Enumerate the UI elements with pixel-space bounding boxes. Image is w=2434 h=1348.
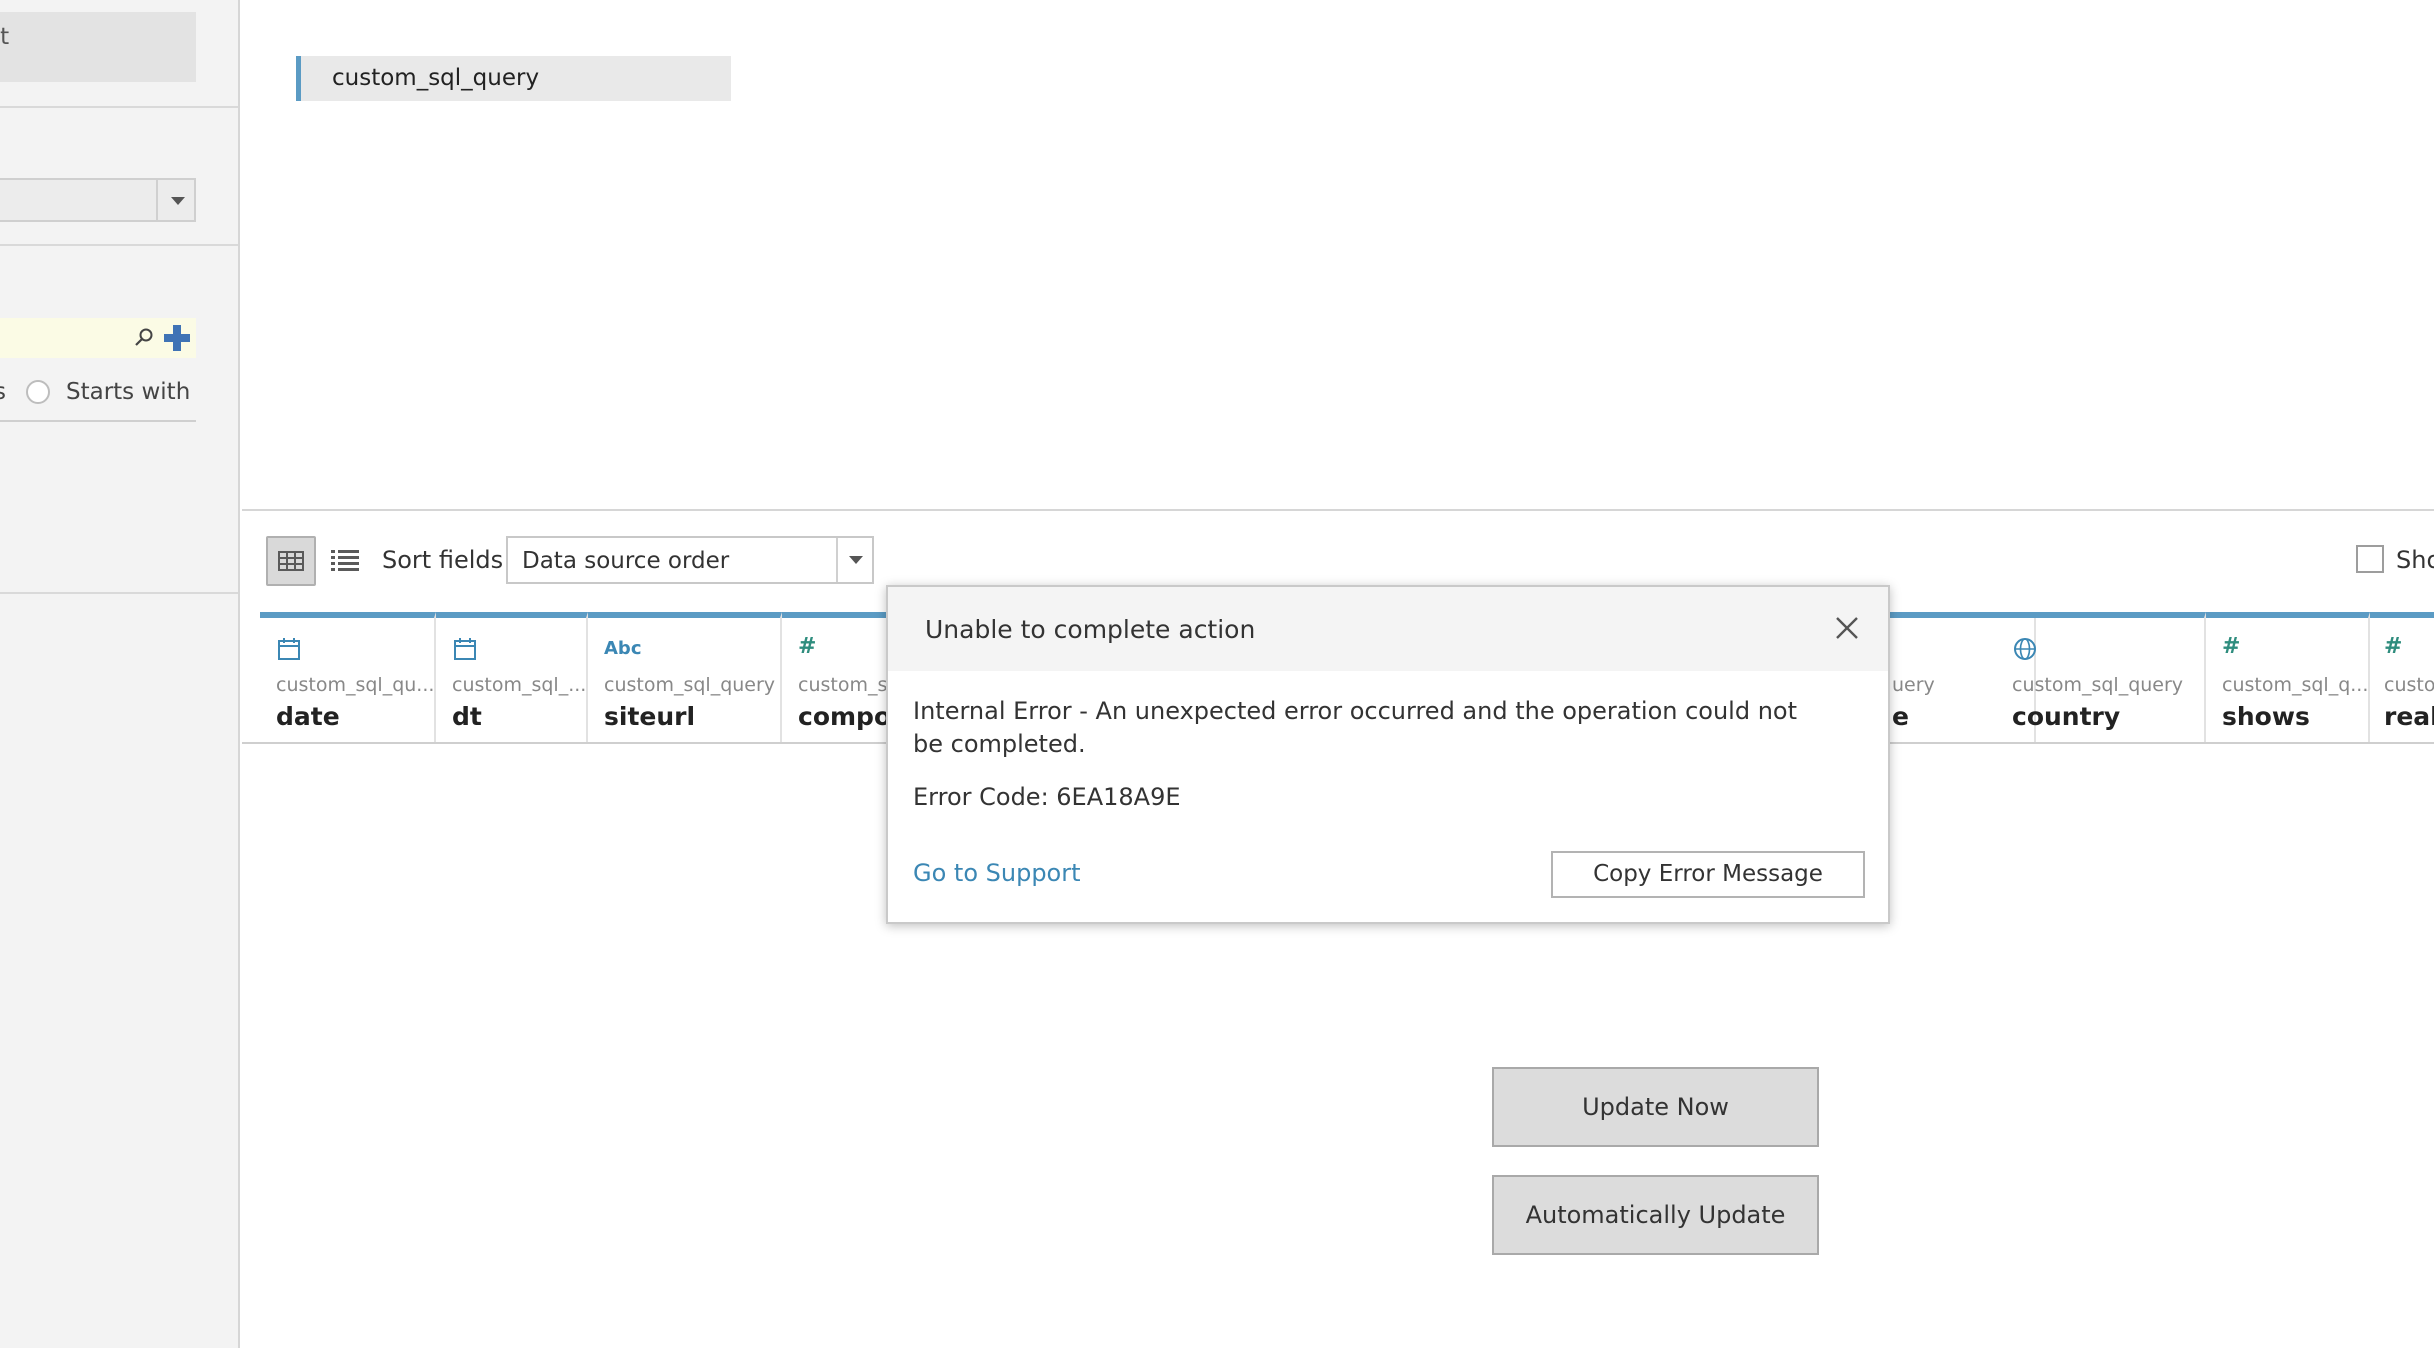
number-icon: # (2222, 634, 2241, 659)
close-icon[interactable] (1834, 615, 1860, 641)
grid-view-button[interactable] (266, 536, 316, 586)
number-icon: # (2384, 634, 2403, 659)
number-icon: # (798, 634, 817, 659)
field-header[interactable]: custom_sql_query country (1996, 612, 2206, 742)
add-icon[interactable] (162, 323, 192, 353)
dialog-header: Unable to complete action (888, 587, 1888, 671)
field-name: real (2384, 702, 2434, 731)
dialog-title: Unable to complete action (925, 615, 1256, 644)
sort-fields-select[interactable]: Data source order (506, 536, 874, 584)
abc-icon: Abc (604, 638, 642, 659)
field-name: country (2012, 702, 2121, 731)
table-name: custom_sql_query (332, 65, 540, 91)
error-message: Internal Error - An unexpected error occ… (913, 697, 1798, 758)
sort-fields-value: Data source order (522, 548, 730, 574)
field-header[interactable]: custom_sql_qu... date (260, 612, 436, 742)
field-source: custom_sq (798, 674, 900, 696)
calendar-icon (278, 638, 300, 660)
connection-label: et (0, 24, 10, 50)
field-header[interactable]: # custom_sql_q... shows (2206, 612, 2370, 742)
field-name: date (276, 702, 340, 731)
sidebar-divider (0, 106, 238, 108)
show-aliases-checkbox[interactable] (2356, 545, 2384, 573)
field-header[interactable]: # custom_sq compos (782, 612, 902, 742)
starts-with-label[interactable]: Starts with (66, 379, 190, 405)
canvas-table-pill[interactable]: custom_sql_query (296, 56, 731, 101)
contains-option-label[interactable]: s (0, 379, 6, 405)
search-mode-options: s Starts with (0, 376, 204, 410)
field-source: custom_sql_qu... (276, 674, 435, 696)
calendar-icon (454, 638, 476, 660)
database-select[interactable] (0, 178, 196, 222)
automatically-update-button[interactable]: Automatically Update (1492, 1175, 1819, 1255)
canvas-divider[interactable] (242, 509, 2434, 511)
error-code: Error Code: 6EA18A9E (913, 783, 1181, 811)
field-source: custom_sql_query (2012, 674, 2184, 696)
connection-box[interactable]: et (0, 12, 196, 82)
error-dialog: Unable to complete action Internal Error… (886, 585, 1890, 924)
field-header[interactable]: # custo real (2370, 612, 2434, 742)
go-to-support-link[interactable]: Go to Support (913, 859, 1081, 887)
grid-icon (278, 551, 304, 571)
show-aliases-label[interactable]: Sho (2396, 546, 2434, 574)
sidebar-divider (0, 244, 238, 246)
field-source: uery (1892, 674, 1935, 696)
field-name: e (1892, 702, 1909, 731)
chevron-down-icon[interactable] (156, 180, 194, 220)
starts-with-radio[interactable] (26, 380, 50, 404)
chevron-down-icon[interactable] (836, 538, 872, 582)
field-name: dt (452, 702, 482, 731)
field-source: custom_sql_... (452, 674, 587, 696)
sidebar-divider (0, 592, 238, 594)
field-source: custo (2384, 674, 2434, 696)
left-sidebar: et s Starts with (0, 0, 240, 1348)
globe-icon (2014, 638, 2036, 660)
sidebar-divider (0, 420, 196, 422)
field-name: shows (2222, 702, 2310, 731)
field-header[interactable]: custom_sql_... dt (436, 612, 588, 742)
field-source: custom_sql_q... (2222, 674, 2369, 696)
field-source: custom_sql_query (604, 674, 776, 696)
field-name: siteurl (604, 702, 696, 731)
search-icon[interactable] (134, 327, 154, 347)
table-search-input[interactable] (0, 318, 196, 358)
list-view-icon[interactable] (328, 544, 362, 578)
copy-error-message-button[interactable]: Copy Error Message (1551, 851, 1865, 898)
sort-fields-label: Sort fields (382, 546, 504, 574)
update-now-button[interactable]: Update Now (1492, 1067, 1819, 1147)
field-header[interactable]: Abc custom_sql_query siteurl (588, 612, 782, 742)
